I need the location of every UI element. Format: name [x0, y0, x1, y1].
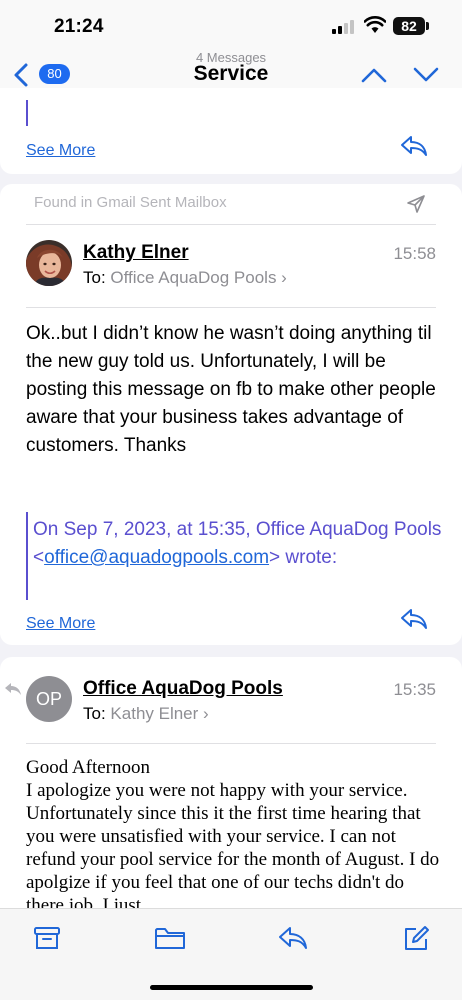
recipient-name: Office AquaDog Pools	[110, 268, 277, 287]
avatar[interactable]	[26, 240, 72, 286]
email-link[interactable]: office@aquadogpools.com	[44, 547, 269, 568]
battery-tip	[426, 22, 429, 30]
battery-icon: 82	[393, 17, 425, 35]
divider	[26, 224, 436, 225]
quote-suffix: > wrote:	[269, 547, 338, 568]
paper-plane-icon	[407, 195, 425, 213]
reply-icon[interactable]	[278, 925, 308, 951]
thread-title: Service	[193, 62, 269, 85]
to-label: To:	[83, 704, 106, 723]
found-in-banner: Found in Gmail Sent Mailbox	[34, 194, 227, 211]
message-greeting: Good Afternoon	[26, 757, 151, 778]
recipient-line[interactable]: To: Office AquaDog Pools ›	[83, 268, 287, 288]
quoted-header: On Sep 7, 2023, at 15:35, Office AquaDog…	[33, 516, 443, 572]
message-card-collapsed: See More	[0, 88, 462, 174]
message-time: 15:58	[393, 244, 436, 263]
chevron-right-icon: ›	[281, 268, 287, 287]
message-card-kathy: Found in Gmail Sent Mailbox Kathy Elner …	[0, 184, 462, 645]
recipient-name: Kathy Elner	[110, 704, 199, 723]
sender-name[interactable]: Kathy Elner	[83, 242, 189, 264]
recipient-line[interactable]: To: Kathy Elner ›	[83, 704, 209, 724]
archive-icon[interactable]	[33, 925, 61, 951]
divider	[26, 307, 436, 308]
see-more-link[interactable]: See More	[26, 615, 95, 633]
reply-icon[interactable]	[400, 607, 428, 631]
avatar[interactable]: OP	[26, 676, 72, 722]
compose-icon[interactable]	[402, 925, 430, 953]
sender-name[interactable]: Office AquaDog Pools	[83, 678, 283, 700]
chevron-down-icon[interactable]	[412, 64, 440, 86]
replied-indicator-icon	[5, 683, 21, 695]
message-body: I apologize you were not happy with your…	[26, 780, 440, 916]
chevron-up-icon[interactable]	[360, 64, 388, 86]
divider	[26, 743, 436, 744]
see-more-link[interactable]: See More	[26, 142, 95, 160]
home-indicator	[150, 985, 313, 990]
to-label: To:	[83, 268, 106, 287]
message-time: 15:35	[393, 680, 436, 699]
status-time: 21:24	[54, 16, 104, 37]
wifi-icon	[364, 16, 386, 33]
quote-bar	[26, 100, 28, 126]
folder-icon[interactable]	[154, 925, 186, 951]
reply-icon[interactable]	[400, 134, 428, 158]
cellular-signal-icon	[332, 20, 356, 34]
message-body: Ok..but I didn’t know he wasn’t doing an…	[26, 323, 436, 456]
chevron-right-icon: ›	[203, 704, 209, 723]
status-bar: 21:24 82	[0, 0, 462, 50]
quote-bar	[26, 512, 28, 600]
